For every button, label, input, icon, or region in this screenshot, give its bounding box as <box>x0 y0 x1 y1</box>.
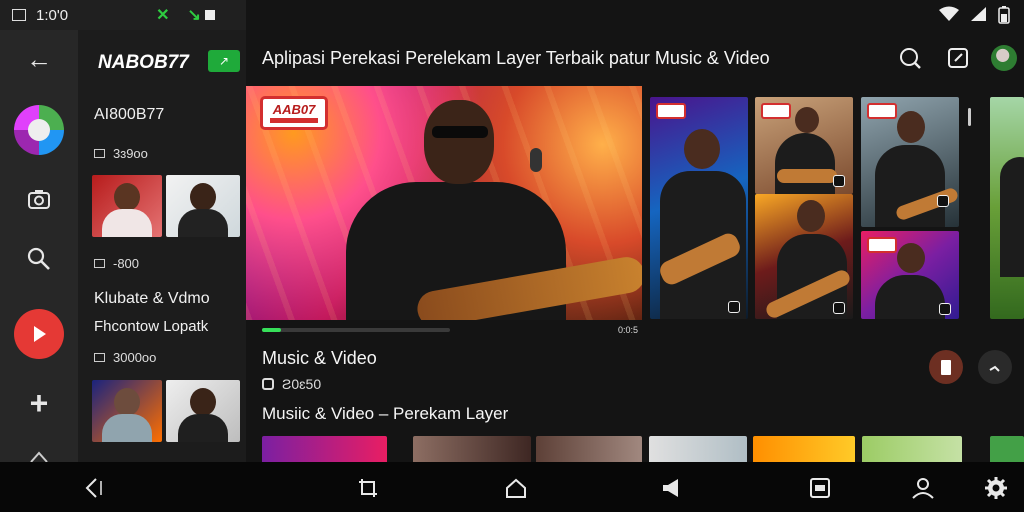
video-duration: 0:0:5 <box>618 325 639 335</box>
views-icon <box>94 353 105 362</box>
section-title[interactable]: Klubate & Vdmo <box>94 290 210 308</box>
avatar-icon[interactable] <box>990 44 1018 72</box>
volume-icon[interactable] <box>657 474 685 502</box>
download-progress-icon: ↘ <box>187 7 201 24</box>
video-card[interactable] <box>861 97 959 227</box>
signal-icon <box>970 6 988 26</box>
recents-icon[interactable] <box>806 474 834 502</box>
video-card[interactable] <box>755 194 853 319</box>
video-card[interactable] <box>755 97 853 194</box>
home-icon[interactable] <box>502 474 530 502</box>
section-meta: Ƨ0ɛ50 <box>262 376 321 392</box>
strip-thumbnail[interactable] <box>413 436 531 464</box>
account-icon[interactable] <box>909 474 937 502</box>
strip-thumbnail[interactable] <box>990 436 1024 464</box>
download-icon: ✕ <box>156 7 170 24</box>
section-meta-value: Ƨ0ɛ50 <box>282 376 322 392</box>
hero-logo-badge: AAB07 <box>260 96 328 130</box>
views-count: 3ɜ9oo <box>113 146 148 161</box>
panel-thumbnail[interactable] <box>92 175 162 237</box>
camera-icon[interactable] <box>0 184 78 214</box>
app-logo-icon[interactable] <box>0 102 78 158</box>
notification-icon <box>12 9 26 21</box>
strip-thumbnail[interactable] <box>862 436 962 464</box>
section-subtitle: Musiic & Video – Perekam Layer <box>262 404 509 423</box>
edit-icon[interactable] <box>944 44 972 72</box>
wifi-icon <box>938 6 960 26</box>
battery-icon <box>998 6 1010 28</box>
views-count: -800 <box>113 256 140 271</box>
stop-icon <box>204 10 215 20</box>
navigation-bar <box>0 462 1024 512</box>
video-progress-bar[interactable] <box>262 328 450 332</box>
settings-icon[interactable] <box>982 474 1010 502</box>
timer-button[interactable] <box>978 350 1012 384</box>
progress-fill <box>262 328 281 332</box>
crop-icon[interactable] <box>354 474 382 502</box>
stop-record-button[interactable] <box>929 350 963 384</box>
strip-thumbnail[interactable] <box>536 436 642 464</box>
side-panel: NABOB77 ↗ AI800B77 3ɜ9oo -800 Klubate & … <box>78 30 246 462</box>
scroll-indicator[interactable] <box>968 108 971 126</box>
video-card[interactable] <box>861 231 959 319</box>
channel-views: -800 <box>94 256 139 271</box>
views-icon <box>94 149 105 158</box>
panel-thumbnail[interactable] <box>166 380 240 442</box>
channel-views: 3000oo <box>94 350 156 365</box>
plus-icon[interactable]: + <box>0 385 78 421</box>
hero-video[interactable]: AAB07 <box>246 86 642 320</box>
video-card[interactable] <box>650 97 748 319</box>
status-bar: 1:0'0 ✕ ↘ <box>0 0 246 30</box>
left-rail: ← + <box>0 30 78 463</box>
back-icon[interactable] <box>78 474 106 502</box>
brand-badge-icon[interactable]: ↗ <box>208 50 240 72</box>
strip-thumbnail[interactable] <box>753 436 855 464</box>
strip-thumbnail[interactable] <box>649 436 747 464</box>
search-icon[interactable] <box>896 44 924 72</box>
section-title: Music & Video <box>262 348 377 368</box>
panel-thumbnail[interactable] <box>166 175 240 237</box>
page-title: Aplipasi Perekasi Perelekam Layer Terbai… <box>262 48 770 68</box>
views-icon <box>94 259 105 268</box>
clock-icon <box>262 378 274 390</box>
record-play-button[interactable] <box>0 306 78 362</box>
brand-name: NABOB77 <box>98 52 189 73</box>
section-subtitle: Fhcontow Lopatk <box>94 318 209 335</box>
views-count: 3000oo <box>113 350 157 365</box>
back-arrow-icon[interactable]: ← <box>0 42 78 76</box>
video-card-partial[interactable] <box>990 97 1024 319</box>
hero-badge-text: AAB07 <box>272 102 316 117</box>
magnify-icon[interactable] <box>0 242 78 276</box>
status-time: 1:0'0 <box>36 6 69 24</box>
panel-thumbnail[interactable] <box>92 380 162 442</box>
channel-name[interactable]: AI800B77 <box>94 106 164 124</box>
strip-thumbnail[interactable] <box>262 436 387 464</box>
channel-views: 3ɜ9oo <box>94 146 148 161</box>
